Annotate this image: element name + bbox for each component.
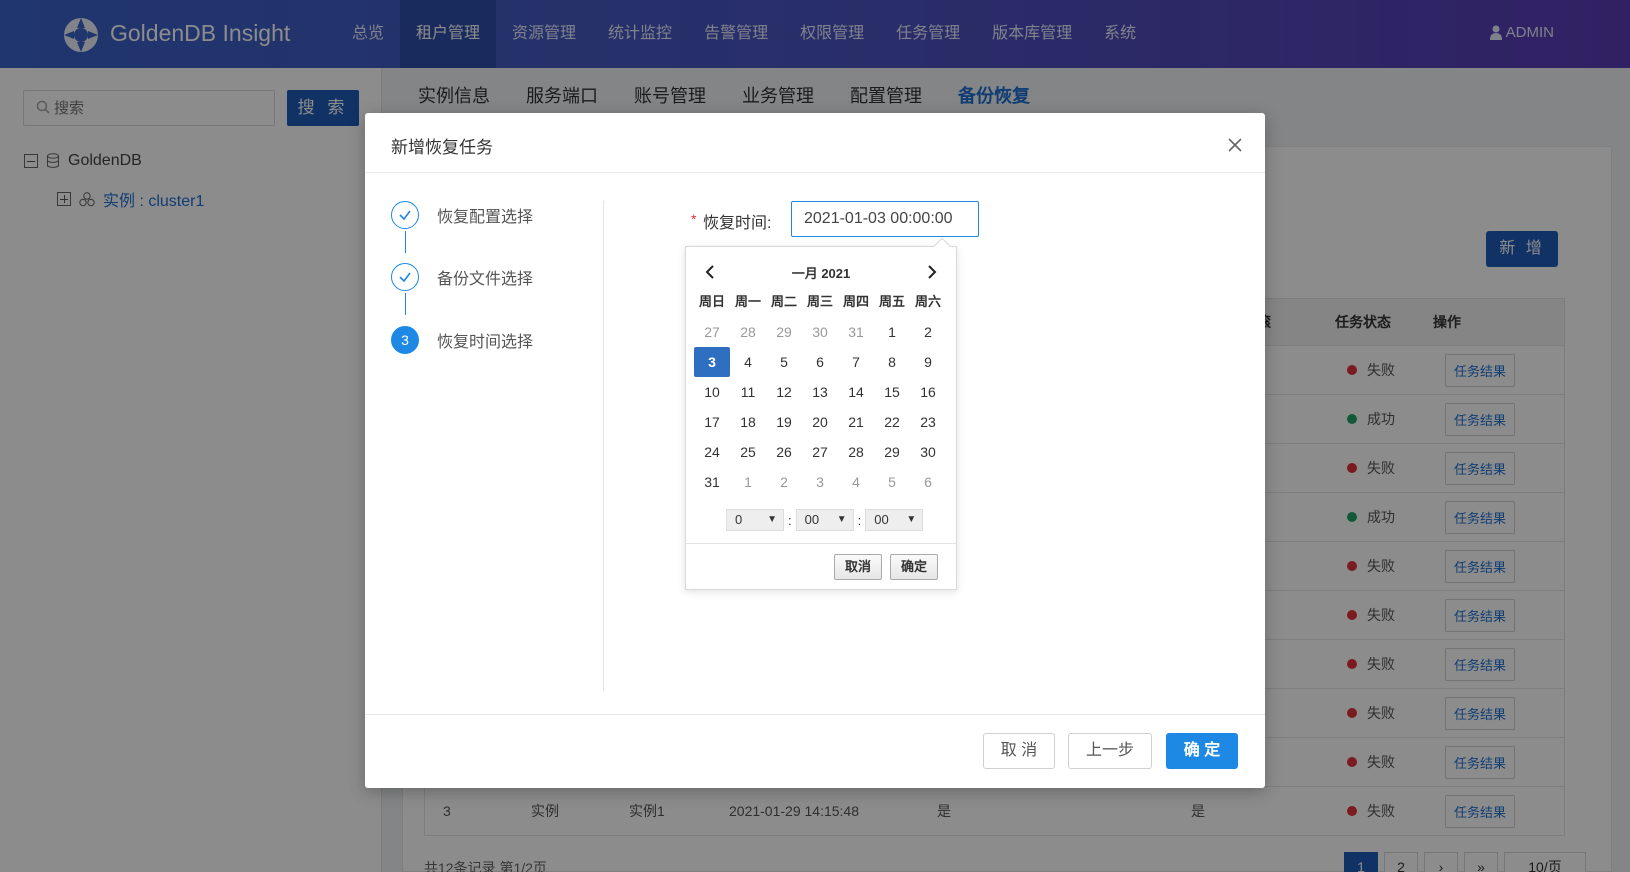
calendar-day[interactable]: 23 [910,407,946,437]
restore-time-input[interactable]: 2021-01-03 00:00:00 [791,201,979,237]
calendar-day[interactable]: 27 [694,317,730,347]
hour-select[interactable]: 0 [726,509,784,531]
calendar-day[interactable]: 28 [838,437,874,467]
calendar-day[interactable]: 31 [838,317,874,347]
check-icon [391,263,419,291]
calendar-day[interactable]: 20 [802,407,838,437]
next-month-icon[interactable] [922,263,940,281]
check-icon [391,201,419,229]
calendar-days: 27 28 29 30 31 1 2 3 4 5 6 7 8 9 10 11 12 13 14 15 16 17 18 19 2… [694,317,946,497]
calendar-day[interactable]: 3 [802,467,838,497]
second-select[interactable]: 00 [865,509,924,531]
cancel-button[interactable]: 取 消 [983,733,1055,769]
calendar-day[interactable]: 1 [874,317,910,347]
step-backup-file: 备份文件选择 [391,263,533,291]
weekday-label: 周五 [878,294,905,309]
modal-footer: 取 消 上一步 确 定 [365,714,1265,788]
weekday-label: 周日 [698,294,725,309]
calendar-day[interactable]: 1 [730,467,766,497]
step-config: 恢复配置选择 [391,201,533,229]
calendar-day[interactable]: 8 [874,347,910,377]
step-number: 3 [391,326,419,354]
step-label: 恢复配置选择 [437,209,534,226]
picker-footer: 取消 确定 [686,543,956,589]
step-connector [405,231,406,253]
calendar-day[interactable]: 6 [802,347,838,377]
close-icon[interactable] [1227,137,1243,153]
weekday-header: 周日 周一 周二 周三 周四 周五 周六 [694,291,946,310]
calendar-day[interactable]: 10 [694,377,730,407]
weekday-label: 周四 [842,294,869,309]
weekday-label: 周六 [914,294,941,309]
calendar-day[interactable]: 15 [874,377,910,407]
calendar-day[interactable]: 13 [802,377,838,407]
new-restore-modal: 新增恢复任务 恢复配置选择 备份文件选择 3 恢复时间选择 * 恢复时间: 20… [365,113,1265,788]
calendar-day[interactable]: 11 [730,377,766,407]
calendar-day[interactable]: 2 [910,317,946,347]
calendar-day[interactable]: 29 [874,437,910,467]
step-restore-time: 3 恢复时间选择 [391,326,533,354]
calendar-day[interactable]: 12 [766,377,802,407]
calendar-day[interactable]: 4 [838,467,874,497]
calendar-day[interactable]: 19 [766,407,802,437]
time-separator: : [857,512,862,528]
calendar-day[interactable]: 3 [694,347,730,377]
minute-select[interactable]: 00 [795,509,854,531]
previous-step-button[interactable]: 上一步 [1068,733,1152,769]
calendar-day[interactable]: 16 [910,377,946,407]
calendar-day[interactable]: 18 [730,407,766,437]
calendar-day[interactable]: 24 [694,437,730,467]
calendar-day[interactable]: 25 [730,437,766,467]
calendar-month-title: 一月 2021 [791,266,851,281]
weekday-label: 周一 [734,294,761,309]
weekday-label: 周二 [770,294,797,309]
calendar-day[interactable]: 21 [838,407,874,437]
calendar-day[interactable]: 26 [766,437,802,467]
calendar-day[interactable]: 30 [910,437,946,467]
step-connector [405,293,406,315]
calendar-day[interactable]: 31 [694,467,730,497]
calendar-day[interactable]: 22 [874,407,910,437]
calendar-day[interactable]: 5 [766,347,802,377]
calendar-day[interactable]: 30 [802,317,838,347]
step-label: 恢复时间选择 [437,334,534,351]
calendar-day[interactable]: 17 [694,407,730,437]
weekday-label: 周三 [806,294,833,309]
time-selectors: 0 : 00 : 00 [726,509,924,531]
calendar-day[interactable]: 5 [874,467,910,497]
calendar-day[interactable]: 7 [838,347,874,377]
step-label: 备份文件选择 [437,271,534,288]
picker-pointer [933,237,951,255]
time-separator: : [788,512,792,528]
calendar-day[interactable]: 4 [730,347,766,377]
confirm-button[interactable]: 确 定 [1166,733,1238,769]
picker-cancel-button[interactable]: 取消 [834,554,883,580]
calendar-day[interactable]: 2 [766,467,802,497]
required-mark: * [691,211,697,227]
picker-confirm-button[interactable]: 确定 [890,554,939,580]
datetime-picker: 一月 2021 周日 周一 周二 周三 周四 周五 周六 27 28 29 30 31 1… [685,237,957,590]
calendar-day[interactable]: 27 [802,437,838,467]
calendar-day[interactable]: 29 [766,317,802,347]
modal-header: 新增恢复任务 [365,113,1265,173]
calendar-day[interactable]: 28 [730,317,766,347]
calendar-day[interactable]: 6 [910,467,946,497]
calendar-day[interactable]: 9 [910,347,946,377]
modal-title: 新增恢复任务 [391,138,493,157]
restore-time-label: 恢复时间: [703,215,772,232]
calendar-day[interactable]: 14 [838,377,874,407]
steps-divider [603,201,604,691]
